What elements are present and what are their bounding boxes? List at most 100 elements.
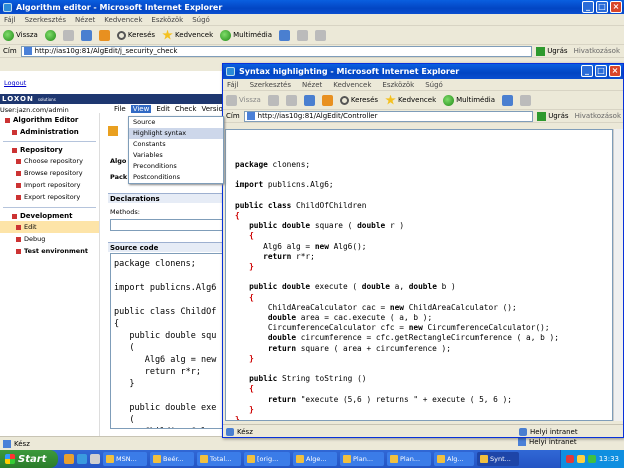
view-menu-constants[interactable]: Constants [129, 139, 223, 150]
popup-media-button[interactable]: Multimédia [443, 94, 495, 106]
tray-icon[interactable] [565, 455, 574, 463]
print-icon[interactable] [315, 29, 327, 41]
source-line: public double squ [114, 331, 217, 341]
go-button[interactable]: Ugrás [547, 47, 567, 55]
popup-close-button[interactable]: × [609, 65, 621, 77]
links-label[interactable]: Hivatkozások [574, 47, 620, 55]
quicklaunch-icon[interactable] [64, 454, 74, 464]
view-dropdown-menu: Source Highlight syntax Constants Variab… [128, 116, 224, 184]
menu-tools[interactable]: Eszközök [151, 16, 183, 24]
view-menu-postconditions[interactable]: Postconditions [129, 172, 223, 183]
app-menu-check[interactable]: Check [175, 105, 197, 113]
quicklaunch-icon[interactable] [90, 454, 100, 464]
task-msn[interactable]: MSN... [103, 452, 147, 466]
task-orig[interactable]: [orig... [244, 452, 290, 466]
methods-select[interactable] [110, 219, 226, 231]
popup-menu-help[interactable]: Súgó [425, 81, 443, 89]
tray-icon[interactable] [576, 455, 585, 463]
popup-toolbar: Vissza Keresés Kedvencek Multimédia [223, 91, 623, 110]
divider [3, 137, 96, 142]
source-code-editor[interactable]: package clonens; import publicns.Alg6 pu… [110, 253, 228, 429]
algorithm-label: Algo [110, 157, 127, 165]
popup-menu-edit[interactable]: Szerkesztés [250, 81, 291, 89]
sidebar-item-administration[interactable]: Administration [0, 127, 99, 137]
sidebar-item-import-repository[interactable]: Import repository [0, 179, 99, 191]
popup-maximize-button[interactable]: □ [595, 65, 607, 77]
menu-help[interactable]: Súgó [192, 16, 210, 24]
app-menu-edit[interactable]: Edit [156, 105, 170, 113]
app-menu-view[interactable]: View [130, 105, 152, 113]
popup-links-label[interactable]: Hivatkozások [575, 112, 621, 120]
popup-menu-tools[interactable]: Eszközök [382, 81, 414, 89]
stop-icon[interactable] [62, 29, 74, 41]
back-button[interactable]: Vissza [3, 29, 38, 41]
task-total[interactable]: Total... [197, 452, 241, 466]
media-button[interactable]: Multimédia [220, 29, 272, 41]
menu-file[interactable]: Fájl [4, 16, 16, 24]
history-icon[interactable] [279, 29, 291, 41]
refresh-icon[interactable] [80, 29, 92, 41]
view-menu-variables[interactable]: Variables [129, 150, 223, 161]
address-input[interactable]: http://ias10g:81/AlgEdit/j_security_chec… [20, 45, 533, 57]
task-alge[interactable]: Alge... [293, 452, 337, 466]
popup-menu-view[interactable]: Nézet [302, 81, 322, 89]
favorites-button[interactable]: Kedvencek [162, 29, 213, 41]
popup-search-button[interactable]: Keresés [339, 95, 378, 105]
mail-icon[interactable] [520, 94, 532, 106]
quick-launch [64, 454, 100, 464]
sidebar-item-browse-repository[interactable]: Browse repository [0, 167, 99, 179]
sidebar-item-test-environment[interactable]: Test environment [0, 245, 99, 257]
home-icon[interactable] [321, 94, 333, 106]
vertical-scrollbar[interactable] [613, 129, 623, 421]
tray-icon[interactable] [587, 455, 596, 463]
task-plan-1[interactable]: Plan... [340, 452, 384, 466]
task-plan-2[interactable]: Plan... [387, 452, 431, 466]
sidebar-item-export-repository[interactable]: Export repository [0, 191, 99, 203]
start-button[interactable]: Start [0, 450, 58, 468]
forward-icon[interactable] [267, 94, 279, 106]
sidebar-item-debug[interactable]: Debug [0, 233, 99, 245]
popup-go-button[interactable]: Ugrás [548, 112, 568, 120]
task-syntax[interactable]: Synt... [477, 452, 519, 466]
popup-back-button[interactable]: Vissza [226, 94, 261, 106]
popup-favorites-button[interactable]: Kedvencek [385, 94, 436, 106]
mail-icon[interactable] [297, 29, 309, 41]
clock[interactable]: 13:33 [599, 455, 619, 463]
package-label: Pack [110, 173, 128, 181]
view-menu-source[interactable]: Source [129, 117, 223, 128]
sidebar-item-edit[interactable]: Edit [0, 221, 99, 233]
divider [3, 203, 96, 208]
task-beer[interactable]: Beér... [150, 452, 194, 466]
view-menu-highlight-syntax[interactable]: Highlight syntax [129, 128, 223, 139]
go-arrow-icon[interactable] [537, 111, 547, 121]
bullet-icon [16, 224, 21, 230]
minimize-button[interactable]: _ [582, 1, 594, 13]
popup-minimize-button[interactable]: _ [581, 65, 593, 77]
logout-link[interactable]: Logout [4, 79, 26, 87]
history-icon[interactable] [502, 94, 514, 106]
menu-view[interactable]: Nézet [75, 16, 95, 24]
go-arrow-icon[interactable] [536, 46, 546, 56]
home-icon[interactable] [98, 29, 110, 41]
maximize-button[interactable]: □ [596, 1, 608, 13]
popup-address-input[interactable]: http://ias10g:81/AlgEdit/Controller [243, 110, 534, 122]
forward-icon[interactable] [44, 29, 56, 41]
bg-title-bar[interactable]: Algorithm editor - Microsoft Internet Ex… [0, 0, 624, 14]
sidebar-item-choose-repository[interactable]: Choose repository [0, 155, 99, 167]
view-menu-preconditions[interactable]: Preconditions [129, 161, 223, 172]
app-menu-file[interactable]: File [114, 105, 126, 113]
search-button[interactable]: Keresés [116, 30, 155, 40]
refresh-icon[interactable] [303, 94, 315, 106]
declarations-header: Declarations [108, 193, 228, 203]
menu-favorites[interactable]: Kedvencek [104, 16, 142, 24]
popup-menu-file[interactable]: Fájl [227, 81, 239, 89]
popup-title-bar[interactable]: Syntax highlighting - Microsoft Internet… [223, 64, 623, 79]
popup-menu-favorites[interactable]: Kedvencek [333, 81, 371, 89]
bg-menu-bar: Fájl Szerkesztés Nézet Kedvencek Eszközö… [0, 14, 624, 26]
task-alg[interactable]: Alg... [434, 452, 474, 466]
menu-edit[interactable]: Szerkesztés [25, 16, 66, 24]
quicklaunch-icon[interactable] [77, 454, 87, 464]
stop-icon[interactable] [285, 94, 297, 106]
close-button[interactable]: × [610, 1, 622, 13]
popup-window-title: Syntax highlighting - Microsoft Internet… [239, 67, 460, 76]
